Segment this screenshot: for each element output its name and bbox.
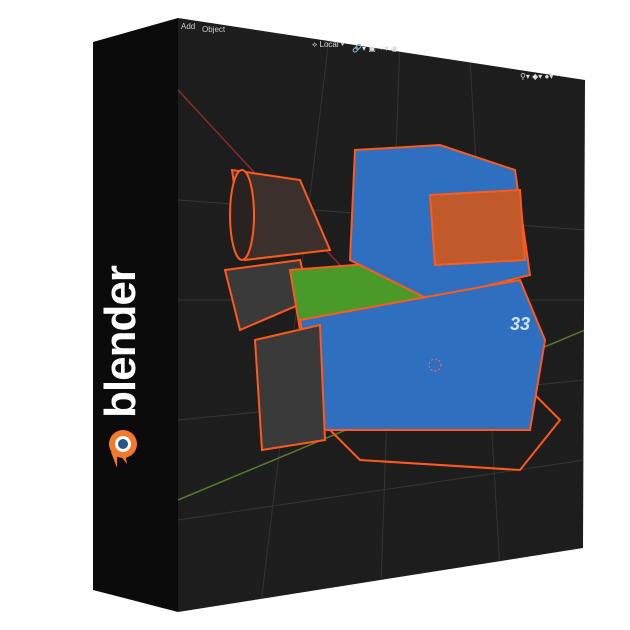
brand-name: blender xyxy=(96,266,145,418)
viewport-shading-icons[interactable]: ⚲▾ ◆▾ ●▾ xyxy=(520,72,553,81)
blender-logo-icon xyxy=(109,430,137,468)
blender-logo: blender xyxy=(96,266,146,470)
snap-icon[interactable]: 🔗▾ ▣ ⁘▾ ◉ xyxy=(352,44,398,53)
tank-number: 33 xyxy=(510,314,530,334)
transform-orientation-dropdown[interactable]: ⟡ Local ▾ xyxy=(312,40,344,50)
orientation-label: Local xyxy=(319,40,339,49)
tank-model xyxy=(223,143,562,472)
menu-add[interactable]: Add xyxy=(181,22,195,31)
viewport-scene: 33 xyxy=(178,29,585,612)
menu-object[interactable]: Object xyxy=(202,25,225,34)
